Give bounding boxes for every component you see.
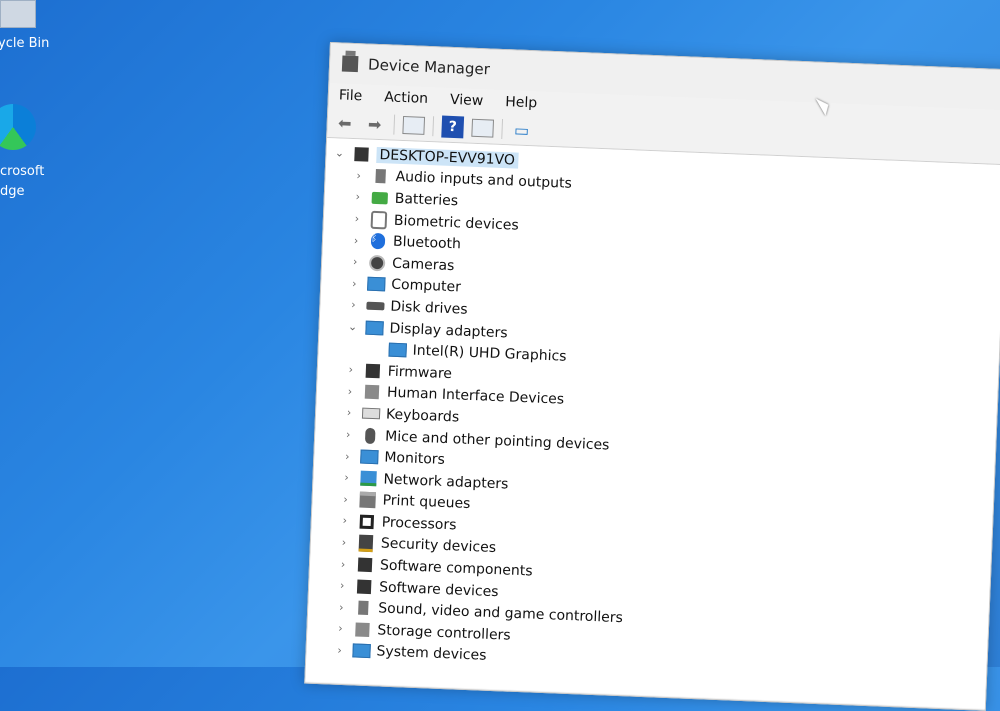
tree-item-label: System devices xyxy=(376,643,487,665)
chevron-right-icon[interactable]: › xyxy=(334,600,349,614)
arrow-left-icon[interactable]: ⬅ xyxy=(333,111,356,134)
display-adapter-icon xyxy=(388,342,407,359)
security-key-icon xyxy=(357,534,376,553)
toolbar-separator xyxy=(501,118,504,139)
bluetooth-icon: ᛒ xyxy=(369,232,388,250)
edge-shortcut[interactable]: crosoft dge xyxy=(0,104,60,202)
fingerprint-icon xyxy=(370,210,389,229)
chevron-right-icon[interactable]: › xyxy=(344,363,359,377)
chevron-right-icon[interactable]: › xyxy=(350,212,365,226)
display-adapter-icon xyxy=(365,319,384,336)
edge-label-line1: crosoft xyxy=(0,164,45,179)
camera-icon xyxy=(368,254,387,272)
device-manager-window: Device Manager File Action View Help ⬅ ➡… xyxy=(304,42,1000,711)
window-title: Device Manager xyxy=(367,55,491,79)
chevron-right-icon[interactable]: › xyxy=(346,298,361,312)
tree-item-label: Network adapters xyxy=(383,471,509,493)
menu-file[interactable]: File xyxy=(339,87,363,104)
chevron-right-icon[interactable]: › xyxy=(337,536,352,550)
tree-item-label: Processors xyxy=(381,514,457,534)
chevron-right-icon[interactable]: › xyxy=(351,169,366,183)
recycle-bin-label: ycle Bin xyxy=(0,36,50,51)
chevron-right-icon[interactable]: › xyxy=(348,255,363,269)
tree-item-label: Storage controllers xyxy=(377,622,511,644)
computer-icon xyxy=(367,276,386,293)
device-tree: ⌄ DESKTOP-EVV91VO › Audio inputs and outp… xyxy=(305,137,1000,709)
tree-item-label: Firmware xyxy=(387,363,453,382)
chevron-right-icon[interactable]: › xyxy=(343,385,358,399)
tree-item-label: Software devices xyxy=(378,579,499,600)
firmware-icon xyxy=(364,362,383,379)
chevron-right-icon[interactable]: › xyxy=(335,579,350,593)
tree-item-label: Disk drives xyxy=(390,298,468,318)
mouse-icon xyxy=(361,427,380,444)
tree-item-label: Keyboards xyxy=(385,406,460,426)
chevron-right-icon[interactable]: › xyxy=(338,514,353,528)
tree-item-label: Cameras xyxy=(391,255,455,274)
edge-icon xyxy=(0,104,36,150)
toolbar-separator xyxy=(393,114,396,135)
recycle-bin-shortcut[interactable]: ycle Bin xyxy=(0,0,60,51)
software-device-icon xyxy=(355,578,374,595)
chevron-right-icon[interactable]: › xyxy=(351,190,366,204)
chevron-down-icon[interactable]: ⌄ xyxy=(332,146,347,160)
battery-icon xyxy=(370,190,389,207)
chevron-right-icon[interactable]: › xyxy=(347,277,362,291)
software-component-icon xyxy=(356,557,375,574)
menu-view[interactable]: View xyxy=(450,92,484,109)
tree-item-label: Bluetooth xyxy=(392,233,462,253)
chevron-right-icon[interactable]: › xyxy=(332,644,347,658)
edge-label-line2: dge xyxy=(0,184,25,199)
device-manager-icon xyxy=(341,55,359,73)
printer-icon xyxy=(358,491,377,509)
chevron-down-icon[interactable]: ⌄ xyxy=(345,320,360,334)
chevron-right-icon[interactable]: › xyxy=(338,493,353,507)
menu-action[interactable]: Action xyxy=(384,89,428,107)
hid-icon xyxy=(363,384,382,401)
tree-item-label: Print queues xyxy=(382,492,471,513)
arrow-right-icon[interactable]: ➡ xyxy=(363,112,386,135)
tree-item-label: Monitors xyxy=(384,449,446,469)
monitor-scan-icon[interactable]: ▭ xyxy=(510,118,533,141)
help-icon[interactable]: ? xyxy=(441,115,465,139)
tree-item-label: Biometric devices xyxy=(393,212,519,234)
system-icon xyxy=(352,643,371,660)
toolbar-separator xyxy=(432,116,435,137)
recycle-bin-icon xyxy=(0,0,36,28)
disk-icon xyxy=(366,298,385,315)
chevron-right-icon[interactable]: › xyxy=(340,449,355,463)
computer-icon xyxy=(352,146,371,163)
chevron-right-icon[interactable]: › xyxy=(336,557,351,571)
tree-item-label: Batteries xyxy=(394,190,459,210)
speaker-icon xyxy=(354,600,373,617)
properties-icon[interactable] xyxy=(471,118,495,138)
network-icon xyxy=(359,470,378,487)
keyboard-icon xyxy=(361,406,381,423)
chevron-right-icon[interactable]: › xyxy=(333,622,348,636)
tree-item-label: Computer xyxy=(390,277,462,296)
tree-item-label: Display adapters xyxy=(389,320,508,341)
chevron-right-icon[interactable]: › xyxy=(349,234,364,248)
panel-icon[interactable] xyxy=(402,115,426,135)
tree-root-label: DESKTOP-EVV91VO xyxy=(376,146,519,169)
chevron-right-icon[interactable]: › xyxy=(342,406,357,420)
chevron-right-icon[interactable]: › xyxy=(341,428,356,442)
storage-icon xyxy=(353,621,372,638)
speaker-icon xyxy=(371,168,390,185)
menu-help[interactable]: Help xyxy=(505,94,538,111)
tree-item-label: Security devices xyxy=(380,535,497,557)
monitor-icon xyxy=(360,449,379,466)
processor-icon xyxy=(357,513,376,530)
chevron-right-icon[interactable]: › xyxy=(339,471,354,485)
